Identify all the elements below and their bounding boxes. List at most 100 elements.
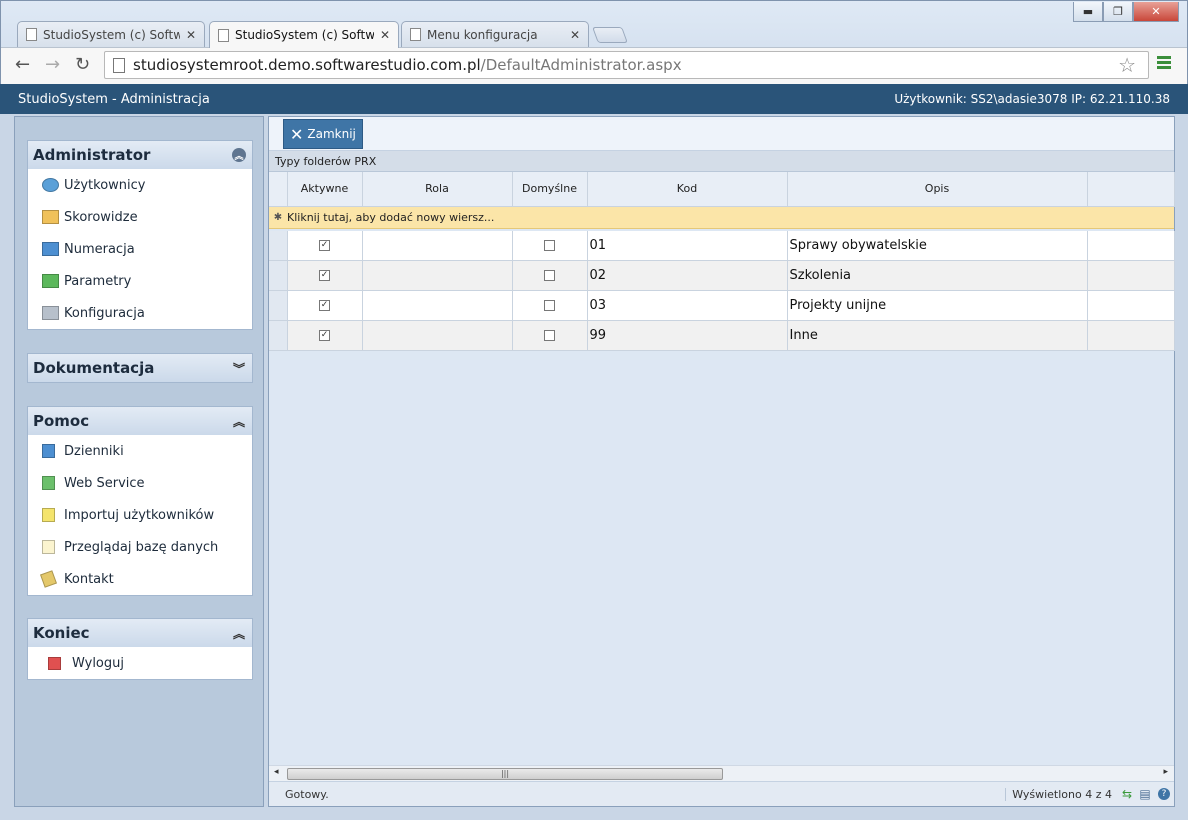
table-row[interactable]: ✓ 01 Sprawy obywatelskie [269, 230, 1175, 261]
scroll-right-icon[interactable]: ▸ [1163, 767, 1168, 777]
status-text: Gotowy. [285, 787, 329, 801]
logout-red-icon [48, 656, 61, 670]
sidebar-item-dzienniki[interactable]: Dzienniki [28, 435, 252, 467]
forward-icon[interactable]: → [45, 55, 60, 75]
column-header-domyslne[interactable]: Domyślne [512, 172, 588, 207]
kod-cell[interactable]: 01 [587, 230, 788, 261]
export-icon[interactable]: ▤ [1136, 787, 1154, 801]
collapse-icon[interactable]: ︽ [232, 414, 246, 429]
help-icon[interactable]: ? [1158, 788, 1170, 800]
domyslne-checkbox[interactable] [544, 239, 555, 251]
sidebar-item-numeracja[interactable]: Numeracja [28, 233, 252, 265]
data-grid: Aktywne Rola Domyślne Kod Opis [269, 172, 1175, 207]
kod-cell[interactable]: 03 [587, 290, 788, 321]
kod-cell[interactable]: 02 [587, 260, 788, 291]
sidebar-item-label: Kontakt [64, 571, 114, 587]
panel-title: Dokumentacja [33, 359, 155, 377]
collapse-icon[interactable]: ︽ [232, 148, 246, 162]
sidebar: Administrator ︽ Użytkownicy Skorowidze N… [14, 116, 264, 807]
window-controls: ▬ ❐ ✕ [1073, 2, 1179, 22]
new-row-hint: Kliknij tutaj, aby dodać nowy wiersz... [287, 210, 495, 224]
sidebar-item-przegladaj[interactable]: Przeglądaj bazę danych [28, 531, 252, 563]
opis-cell[interactable]: Inne [787, 320, 1088, 351]
sidebar-item-label: Parametry [64, 273, 132, 289]
browser-chrome: ▬ ❐ ✕ StudioSystem (c) Software ✕ Studio… [0, 0, 1188, 84]
close-button[interactable]: ✕ Zamknij [283, 119, 363, 149]
tab-close-icon[interactable]: ✕ [570, 28, 580, 42]
browser-tab-2[interactable]: StudioSystem (c) Software ✕ [209, 21, 399, 48]
maximize-button[interactable]: ❐ [1103, 2, 1133, 22]
column-header-opis[interactable]: Opis [787, 172, 1088, 207]
domyslne-checkbox[interactable] [544, 270, 555, 281]
sidebar-item-skorowidze[interactable]: Skorowidze [28, 201, 252, 233]
row-selector[interactable] [269, 320, 288, 351]
domyslne-checkbox[interactable] [544, 330, 555, 341]
sidebar-item-web-service[interactable]: Web Service [28, 467, 252, 499]
row-selector[interactable] [269, 230, 288, 261]
row-selector[interactable] [269, 290, 288, 321]
opis-cell[interactable]: Projekty unijne [787, 290, 1088, 321]
new-tab-button[interactable] [592, 27, 628, 43]
back-icon[interactable]: ← [15, 55, 30, 75]
row-selector[interactable] [269, 260, 288, 291]
scroll-left-icon[interactable]: ◂ [274, 767, 279, 777]
column-header-rola[interactable]: Rola [362, 172, 513, 207]
page-icon [410, 28, 421, 41]
bookmark-star-icon[interactable]: ☆ [1118, 53, 1136, 77]
folder-blue-icon [42, 242, 59, 256]
rola-cell[interactable] [362, 230, 513, 261]
browser-tab-3[interactable]: Menu konfiguracja ✕ [401, 21, 589, 47]
minimize-button[interactable]: ▬ [1073, 2, 1103, 22]
collapse-icon[interactable]: ︽ [232, 626, 246, 641]
close-icon: ✕ [290, 124, 304, 144]
aktywne-checkbox[interactable]: ✓ [319, 239, 330, 251]
panel-pomoc: Pomoc ︽ Dzienniki Web Service Importuj u… [27, 406, 253, 596]
table-row[interactable]: ✓ 03 Projekty unijne [269, 290, 1175, 321]
users-icon [42, 178, 59, 192]
aktywne-checkbox[interactable]: ✓ [319, 270, 330, 281]
panel-title: Pomoc [33, 412, 90, 430]
panel-header[interactable]: Pomoc ︽ [28, 407, 252, 435]
panel-header[interactable]: Administrator ︽ [28, 141, 252, 169]
rola-cell[interactable] [362, 260, 513, 291]
document-icon [42, 540, 55, 554]
panel-header[interactable]: Dokumentacja ︾ [28, 354, 252, 382]
refresh-icon[interactable]: ⇆ [1118, 787, 1136, 801]
column-header-kod[interactable]: Kod [587, 172, 788, 207]
aktywne-checkbox[interactable]: ✓ [319, 300, 330, 311]
grid-title: Typy folderów PRX [269, 151, 1174, 172]
page-icon [26, 28, 37, 41]
address-bar[interactable]: studiosystemroot.demo.softwarestudio.com… [104, 51, 1149, 79]
table-row[interactable]: ✓ 99 Inne [269, 320, 1175, 351]
column-header-aktywne[interactable]: Aktywne [287, 172, 363, 207]
tab-close-icon[interactable]: ✕ [186, 28, 196, 42]
panel-header[interactable]: Koniec ︽ [28, 619, 252, 647]
rola-cell[interactable] [362, 320, 513, 351]
reload-icon[interactable]: ↻ [75, 55, 90, 75]
table-row[interactable]: ✓ 02 Szkolenia [269, 260, 1175, 291]
rola-cell[interactable] [362, 290, 513, 321]
expand-icon[interactable]: ︾ [232, 361, 246, 376]
sidebar-item-wyloguj[interactable]: Wyloguj [28, 647, 252, 679]
data-grid-body: ✓ 01 Sprawy obywatelskie ✓ 02 Szkolenia … [269, 230, 1175, 351]
browser-menu-icon[interactable] [1157, 56, 1171, 70]
sidebar-item-parametry[interactable]: Parametry [28, 265, 252, 297]
aktywne-checkbox[interactable]: ✓ [319, 330, 330, 341]
scrollbar-thumb[interactable]: ||| [287, 768, 723, 780]
sidebar-item-label: Przeglądaj bazę danych [64, 539, 219, 555]
tab-close-icon[interactable]: ✕ [380, 28, 390, 42]
new-row-icon: ✱ [273, 211, 283, 223]
close-button-label: Zamknij [307, 127, 356, 141]
sidebar-item-kontakt[interactable]: Kontakt [28, 563, 252, 595]
sidebar-item-konfiguracja[interactable]: Konfiguracja [28, 297, 252, 329]
horizontal-scrollbar[interactable]: ◂ ||| ▸ [269, 765, 1174, 781]
kod-cell[interactable]: 99 [587, 320, 788, 351]
sidebar-item-uzytkownicy[interactable]: Użytkownicy [28, 169, 252, 201]
close-window-button[interactable]: ✕ [1133, 2, 1179, 22]
sidebar-item-importuj[interactable]: Importuj użytkowników [28, 499, 252, 531]
domyslne-checkbox[interactable] [544, 300, 555, 311]
opis-cell[interactable]: Szkolenia [787, 260, 1088, 291]
browser-tab-1[interactable]: StudioSystem (c) Software ✕ [17, 21, 205, 47]
add-new-row[interactable]: ✱ Kliknij tutaj, aby dodać nowy wiersz..… [269, 206, 1174, 229]
opis-cell[interactable]: Sprawy obywatelskie [787, 230, 1088, 261]
